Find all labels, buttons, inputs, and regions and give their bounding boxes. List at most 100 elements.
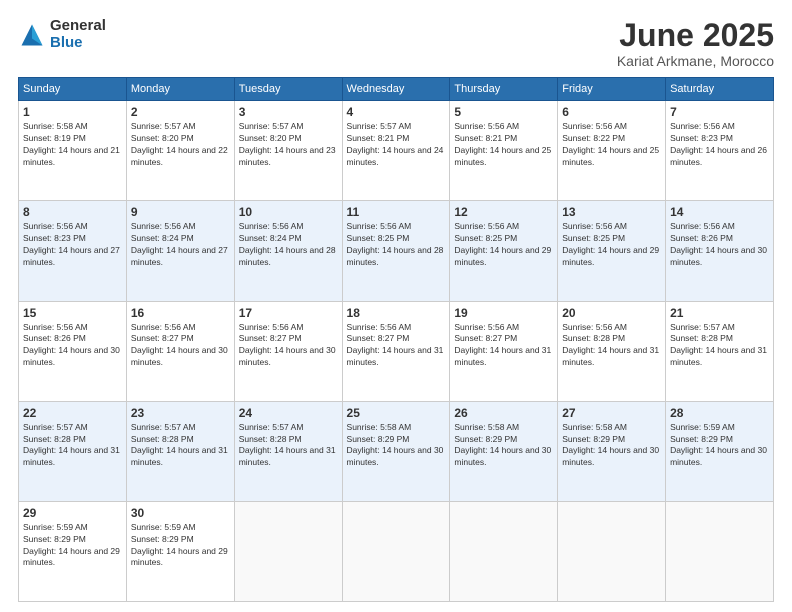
table-cell: 3 Sunrise: 5:57 AM Sunset: 8:20 PM Dayli… <box>234 101 342 201</box>
table-cell: 29 Sunrise: 5:59 AM Sunset: 8:29 PM Dayl… <box>19 501 127 601</box>
col-friday: Friday <box>558 78 666 101</box>
day-number: 14 <box>670 205 769 219</box>
day-info: Sunrise: 5:56 AM Sunset: 8:26 PM Dayligh… <box>670 221 769 269</box>
table-cell: 8 Sunrise: 5:56 AM Sunset: 8:23 PM Dayli… <box>19 201 127 301</box>
table-cell: 17 Sunrise: 5:56 AM Sunset: 8:27 PM Dayl… <box>234 301 342 401</box>
day-info: Sunrise: 5:56 AM Sunset: 8:27 PM Dayligh… <box>239 322 338 370</box>
logo-general: General <box>50 18 106 35</box>
day-info: Sunrise: 5:56 AM Sunset: 8:25 PM Dayligh… <box>454 221 553 269</box>
day-info: Sunrise: 5:56 AM Sunset: 8:23 PM Dayligh… <box>23 221 122 269</box>
table-cell: 30 Sunrise: 5:59 AM Sunset: 8:29 PM Dayl… <box>126 501 234 601</box>
table-cell: 5 Sunrise: 5:56 AM Sunset: 8:21 PM Dayli… <box>450 101 558 201</box>
location: Kariat Arkmane, Morocco <box>617 53 774 69</box>
day-info: Sunrise: 5:56 AM Sunset: 8:21 PM Dayligh… <box>454 121 553 169</box>
day-number: 12 <box>454 205 553 219</box>
table-cell: 15 Sunrise: 5:56 AM Sunset: 8:26 PM Dayl… <box>19 301 127 401</box>
day-info: Sunrise: 5:58 AM Sunset: 8:29 PM Dayligh… <box>562 422 661 470</box>
table-cell: 6 Sunrise: 5:56 AM Sunset: 8:22 PM Dayli… <box>558 101 666 201</box>
weekday-header-row: Sunday Monday Tuesday Wednesday Thursday… <box>19 78 774 101</box>
day-info: Sunrise: 5:56 AM Sunset: 8:26 PM Dayligh… <box>23 322 122 370</box>
table-cell: 21 Sunrise: 5:57 AM Sunset: 8:28 PM Dayl… <box>666 301 774 401</box>
day-info: Sunrise: 5:56 AM Sunset: 8:22 PM Dayligh… <box>562 121 661 169</box>
table-cell <box>234 501 342 601</box>
col-monday: Monday <box>126 78 234 101</box>
table-cell: 19 Sunrise: 5:56 AM Sunset: 8:27 PM Dayl… <box>450 301 558 401</box>
table-cell: 12 Sunrise: 5:56 AM Sunset: 8:25 PM Dayl… <box>450 201 558 301</box>
day-number: 6 <box>562 105 661 119</box>
table-cell: 20 Sunrise: 5:56 AM Sunset: 8:28 PM Dayl… <box>558 301 666 401</box>
day-number: 10 <box>239 205 338 219</box>
table-cell: 13 Sunrise: 5:56 AM Sunset: 8:25 PM Dayl… <box>558 201 666 301</box>
day-number: 13 <box>562 205 661 219</box>
table-cell: 9 Sunrise: 5:56 AM Sunset: 8:24 PM Dayli… <box>126 201 234 301</box>
table-cell: 14 Sunrise: 5:56 AM Sunset: 8:26 PM Dayl… <box>666 201 774 301</box>
logo-icon <box>18 21 46 49</box>
day-number: 25 <box>347 406 446 420</box>
calendar-row: 8 Sunrise: 5:56 AM Sunset: 8:23 PM Dayli… <box>19 201 774 301</box>
day-number: 27 <box>562 406 661 420</box>
table-cell: 28 Sunrise: 5:59 AM Sunset: 8:29 PM Dayl… <box>666 401 774 501</box>
day-number: 7 <box>670 105 769 119</box>
day-number: 4 <box>347 105 446 119</box>
logo-text: General Blue <box>50 18 106 51</box>
day-info: Sunrise: 5:56 AM Sunset: 8:24 PM Dayligh… <box>131 221 230 269</box>
day-number: 15 <box>23 306 122 320</box>
month-title: June 2025 <box>617 18 774 53</box>
table-cell <box>450 501 558 601</box>
day-number: 5 <box>454 105 553 119</box>
table-cell: 2 Sunrise: 5:57 AM Sunset: 8:20 PM Dayli… <box>126 101 234 201</box>
table-cell: 16 Sunrise: 5:56 AM Sunset: 8:27 PM Dayl… <box>126 301 234 401</box>
day-info: Sunrise: 5:57 AM Sunset: 8:28 PM Dayligh… <box>23 422 122 470</box>
day-number: 26 <box>454 406 553 420</box>
day-number: 17 <box>239 306 338 320</box>
day-info: Sunrise: 5:57 AM Sunset: 8:20 PM Dayligh… <box>131 121 230 169</box>
day-info: Sunrise: 5:56 AM Sunset: 8:27 PM Dayligh… <box>131 322 230 370</box>
day-number: 11 <box>347 205 446 219</box>
col-saturday: Saturday <box>666 78 774 101</box>
day-info: Sunrise: 5:56 AM Sunset: 8:27 PM Dayligh… <box>347 322 446 370</box>
day-info: Sunrise: 5:58 AM Sunset: 8:19 PM Dayligh… <box>23 121 122 169</box>
day-number: 18 <box>347 306 446 320</box>
day-number: 9 <box>131 205 230 219</box>
col-sunday: Sunday <box>19 78 127 101</box>
day-info: Sunrise: 5:56 AM Sunset: 8:23 PM Dayligh… <box>670 121 769 169</box>
day-info: Sunrise: 5:56 AM Sunset: 8:24 PM Dayligh… <box>239 221 338 269</box>
day-info: Sunrise: 5:59 AM Sunset: 8:29 PM Dayligh… <box>670 422 769 470</box>
table-cell: 24 Sunrise: 5:57 AM Sunset: 8:28 PM Dayl… <box>234 401 342 501</box>
day-info: Sunrise: 5:56 AM Sunset: 8:25 PM Dayligh… <box>347 221 446 269</box>
day-number: 3 <box>239 105 338 119</box>
logo-blue: Blue <box>50 35 106 52</box>
col-tuesday: Tuesday <box>234 78 342 101</box>
day-info: Sunrise: 5:59 AM Sunset: 8:29 PM Dayligh… <box>23 522 122 570</box>
day-info: Sunrise: 5:57 AM Sunset: 8:21 PM Dayligh… <box>347 121 446 169</box>
table-cell <box>342 501 450 601</box>
day-info: Sunrise: 5:57 AM Sunset: 8:28 PM Dayligh… <box>670 322 769 370</box>
day-info: Sunrise: 5:58 AM Sunset: 8:29 PM Dayligh… <box>347 422 446 470</box>
table-cell: 4 Sunrise: 5:57 AM Sunset: 8:21 PM Dayli… <box>342 101 450 201</box>
day-number: 2 <box>131 105 230 119</box>
day-number: 21 <box>670 306 769 320</box>
day-info: Sunrise: 5:58 AM Sunset: 8:29 PM Dayligh… <box>454 422 553 470</box>
table-cell: 26 Sunrise: 5:58 AM Sunset: 8:29 PM Dayl… <box>450 401 558 501</box>
day-number: 1 <box>23 105 122 119</box>
table-cell: 25 Sunrise: 5:58 AM Sunset: 8:29 PM Dayl… <box>342 401 450 501</box>
day-number: 30 <box>131 506 230 520</box>
table-cell: 7 Sunrise: 5:56 AM Sunset: 8:23 PM Dayli… <box>666 101 774 201</box>
calendar-row: 1 Sunrise: 5:58 AM Sunset: 8:19 PM Dayli… <box>19 101 774 201</box>
day-info: Sunrise: 5:56 AM Sunset: 8:27 PM Dayligh… <box>454 322 553 370</box>
day-info: Sunrise: 5:57 AM Sunset: 8:20 PM Dayligh… <box>239 121 338 169</box>
day-number: 28 <box>670 406 769 420</box>
header: General Blue June 2025 Kariat Arkmane, M… <box>18 18 774 69</box>
calendar-table: Sunday Monday Tuesday Wednesday Thursday… <box>18 77 774 602</box>
day-info: Sunrise: 5:57 AM Sunset: 8:28 PM Dayligh… <box>131 422 230 470</box>
table-cell: 10 Sunrise: 5:56 AM Sunset: 8:24 PM Dayl… <box>234 201 342 301</box>
col-thursday: Thursday <box>450 78 558 101</box>
table-cell: 1 Sunrise: 5:58 AM Sunset: 8:19 PM Dayli… <box>19 101 127 201</box>
day-number: 19 <box>454 306 553 320</box>
day-number: 20 <box>562 306 661 320</box>
logo: General Blue <box>18 18 106 51</box>
title-area: June 2025 Kariat Arkmane, Morocco <box>617 18 774 69</box>
day-info: Sunrise: 5:56 AM Sunset: 8:25 PM Dayligh… <box>562 221 661 269</box>
calendar-row: 22 Sunrise: 5:57 AM Sunset: 8:28 PM Dayl… <box>19 401 774 501</box>
table-cell: 18 Sunrise: 5:56 AM Sunset: 8:27 PM Dayl… <box>342 301 450 401</box>
